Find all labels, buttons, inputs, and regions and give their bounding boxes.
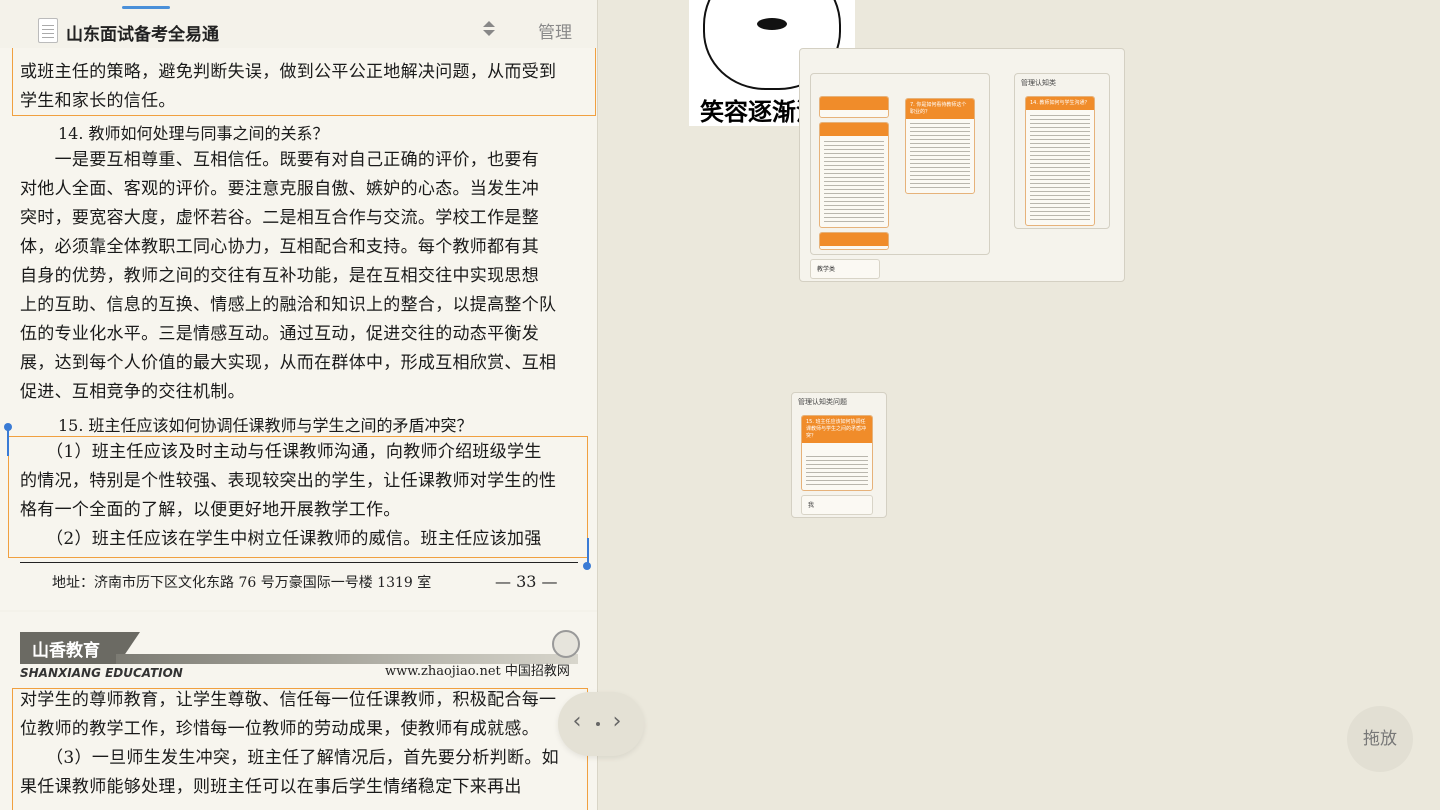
footer-address: 地址：济南市历下区文化东路 76 号万豪国际一号楼 1319 室 — [52, 575, 432, 591]
group-frame-management-questions[interactable]: 管理认知类问题 15. 班主任应该如何协调任课教师与学生之间的矛盾冲突？ 我 — [791, 392, 887, 518]
label-note[interactable]: 我 — [801, 495, 873, 515]
sort-icon[interactable] — [482, 20, 496, 38]
group-frame-main[interactable]: 7. 你是如何看待教师这个职业的？ 教学类 管理认知类 14. 教师如何与学生沟… — [799, 48, 1125, 282]
document-page-33: 或班主任的策略，避免判断失误，做到公平公正地解决问题，从而受到 学生和家长的信任… — [0, 0, 597, 610]
card-header — [820, 97, 888, 110]
card-text-lines — [910, 123, 970, 189]
frame-label: 管理认知类问题 — [798, 398, 847, 406]
selection-start-bar — [7, 428, 9, 456]
note-card[interactable] — [819, 96, 889, 118]
whiteboard-canvas[interactable]: 笑容逐渐消失 7. 你是如何看待教师这个职业的？ 教学类 管理认知类 14. 教… — [599, 0, 1440, 810]
frame-label: 管理认知类 — [1021, 79, 1056, 87]
answer-14-paragraph: 一是要互相尊重、互相信任。既要有对自己正确的评价，也要有 对他人全面、客观的评价… — [20, 146, 580, 407]
brand-english-name: SHANXIANG EDUCATION — [20, 666, 183, 680]
document-title[interactable]: 山东面试备考全易通 — [66, 20, 219, 45]
label-note[interactable]: 教学类 — [810, 259, 880, 279]
card-text-lines — [806, 456, 868, 486]
card-header — [820, 123, 888, 136]
card-header: 7. 你是如何看待教师这个职业的？ — [906, 99, 974, 119]
brand-seal-icon — [552, 630, 580, 658]
manage-button[interactable]: 管理 — [538, 18, 572, 43]
chevron-left-icon[interactable]: ‹ — [570, 711, 584, 733]
group-frame-teaching[interactable]: 7. 你是如何看待教师这个职业的？ — [810, 73, 990, 255]
note-card-conflict[interactable]: 15. 班主任应该如何协调任课教师与学生之间的矛盾冲突？ — [801, 415, 873, 491]
text-line: 上的互助、信息的互换、情感上的融洽和知识上的整合，以提高整个队 — [20, 295, 557, 315]
question-15: 15. 班主任应该如何协调任课教师与学生之间的矛盾冲突？ — [58, 416, 473, 435]
brand-url: www.zhaojiao.net 中国招教网 — [385, 664, 570, 679]
note-card[interactable] — [819, 122, 889, 228]
page-navigation: ‹ › — [558, 692, 644, 756]
note-card-career[interactable]: 7. 你是如何看待教师这个职业的？ — [905, 98, 975, 194]
text-line: 伍的专业化水平。三是情感互动。通过互动，促进交往的动态平衡发 — [20, 324, 539, 344]
document-viewer[interactable]: 或班主任的策略，避免判断失误，做到公平公正地解决问题，从而受到 学生和家长的信任… — [0, 0, 598, 810]
selection-start-handle[interactable] — [4, 423, 12, 431]
card-header: 14. 教师如何与学生沟通？ — [1026, 97, 1094, 110]
text-line: 突时，要宽容大度，虚怀若谷。二是相互合作与交流。学校工作是整 — [20, 208, 539, 228]
text-line: 促进、互相竞争的交往机制。 — [20, 382, 245, 402]
text-line: 对他人全面、客观的评价。要注意克服自傲、嫉妒的心态。当发生冲 — [20, 179, 539, 199]
document-icon — [38, 18, 58, 43]
meme-mouth — [757, 18, 787, 30]
chevron-right-icon[interactable]: › — [610, 711, 624, 733]
text-line: 一是要互相尊重、互相信任。既要有对自己正确的评价，也要有 — [20, 150, 539, 170]
group-frame-management[interactable]: 管理认知类 14. 教师如何与学生沟通？ — [1014, 73, 1110, 229]
tab-indicator — [122, 6, 170, 9]
card-text-lines — [824, 141, 884, 223]
note-card-communication[interactable]: 14. 教师如何与学生沟通？ — [1025, 96, 1095, 226]
text-line: 自身的优势，教师之间的交往有互补功能，是在互相交往中实现思想 — [20, 266, 539, 286]
document-page-34: 山香教育 www.zhaojiao.net 中国招教网 SHANXIANG ED… — [0, 612, 597, 810]
brand-logo: 山香教育 — [32, 641, 100, 661]
brand-banner: 山香教育 www.zhaojiao.net 中国招教网 — [20, 632, 578, 679]
annotation-highlight[interactable] — [12, 40, 596, 116]
footer-divider — [20, 562, 578, 563]
document-header: 山东面试备考全易通 管理 — [0, 0, 597, 48]
page-number: — 33 — — [495, 572, 558, 591]
drag-drop-button[interactable]: 拖放 — [1347, 706, 1413, 772]
annotation-highlight[interactable] — [12, 688, 588, 810]
selection-end-handle[interactable] — [583, 562, 591, 570]
note-card[interactable] — [819, 232, 889, 250]
card-header: 15. 班主任应该如何协调任课教师与学生之间的矛盾冲突？ — [802, 416, 872, 443]
selection-highlight[interactable] — [8, 436, 588, 558]
nav-dot-icon — [596, 722, 600, 726]
text-line: 展，达到每个人价值的最大实现，从而在群体中，形成互相欣赏、互相 — [20, 353, 557, 373]
question-14: 14. 教师如何处理与同事之间的关系？ — [58, 124, 329, 143]
text-line: 体，必须靠全体教职工同心协力，互相配合和支持。每个教师都有其 — [20, 237, 539, 257]
card-text-lines — [1030, 115, 1090, 221]
card-header — [820, 233, 888, 246]
